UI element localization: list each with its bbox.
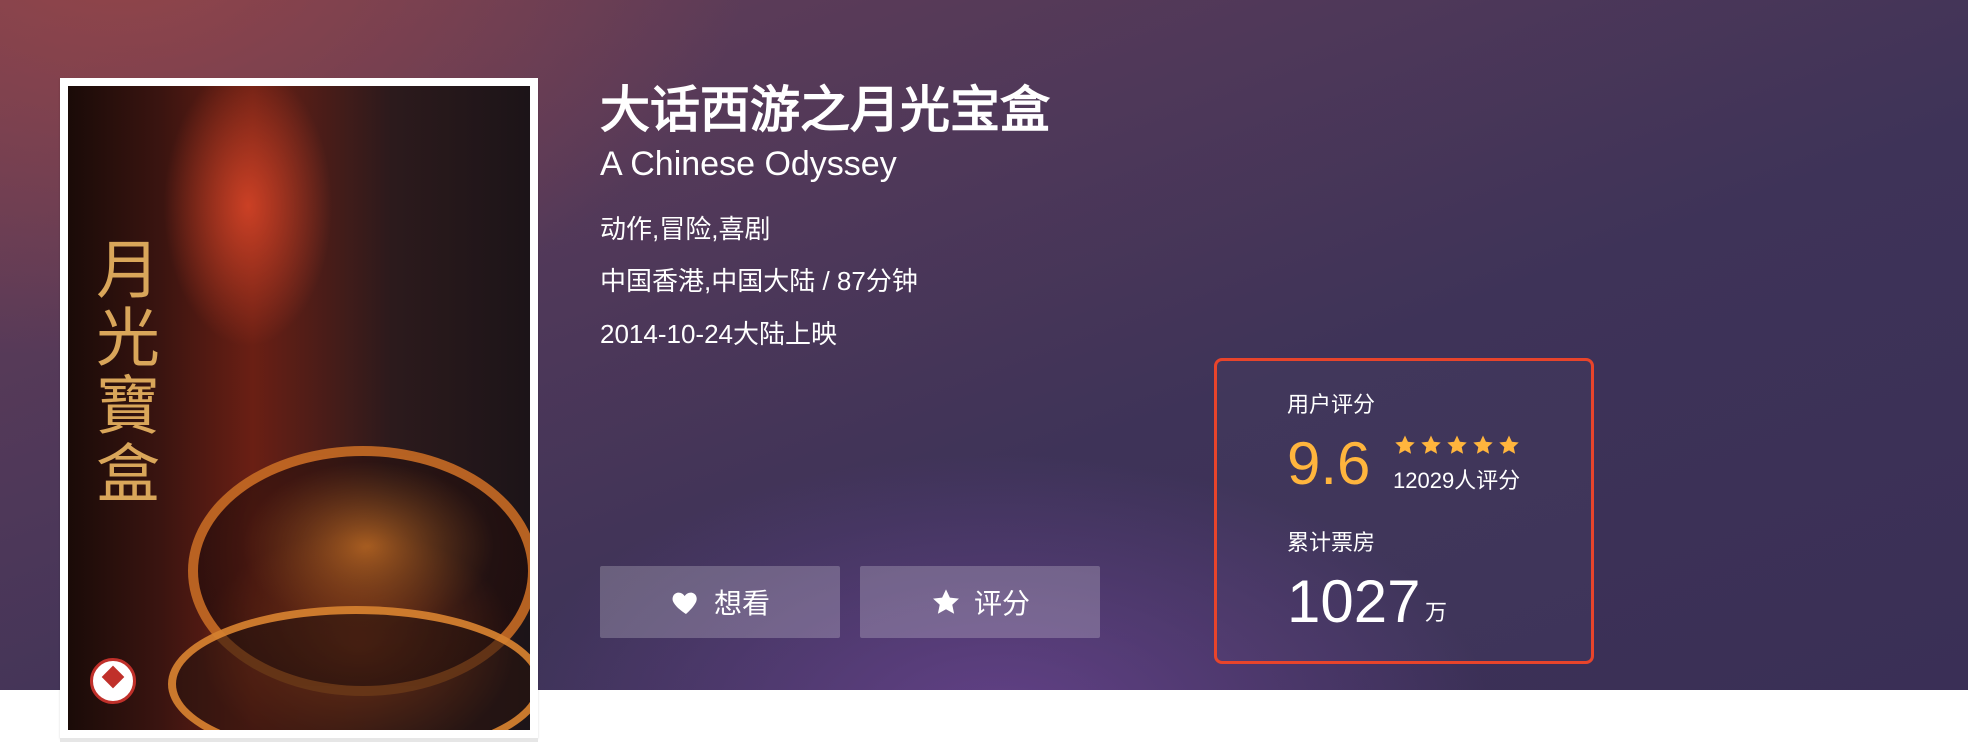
rating-star-icon xyxy=(1471,433,1495,457)
poster-shadow-strip xyxy=(60,738,538,742)
rating-star-icon xyxy=(1419,433,1443,457)
rating-star-icon xyxy=(1393,433,1417,457)
rating-stars xyxy=(1393,433,1521,457)
movie-genres: 动作,冒险,喜剧 xyxy=(600,214,771,244)
movie-release-date: 2014-10-24大陆上映 xyxy=(600,319,837,349)
poster-image: 月光寶盒 xyxy=(68,86,530,730)
want-to-see-label: 想看 xyxy=(713,588,770,619)
want-to-see-button[interactable]: 想看 xyxy=(600,566,840,638)
user-rating-label: 用户评分 xyxy=(1287,392,1376,417)
movie-title-cn: 大话西游之月光宝盒 xyxy=(600,82,1050,138)
rating-count: 12029人评分 xyxy=(1393,468,1521,493)
star-icon xyxy=(930,586,962,618)
stats-panel: 用户评分 9.6 12029人评分 累计票房 1027 万 xyxy=(1214,358,1594,664)
box-office-label: 累计票房 xyxy=(1287,530,1376,555)
box-office-unit: 万 xyxy=(1425,600,1448,625)
poster-calligraphy: 月光寶盒 xyxy=(85,236,159,508)
rating-star-icon xyxy=(1497,433,1521,457)
caltex-logo xyxy=(90,658,136,704)
heart-icon xyxy=(670,586,702,618)
movie-region-duration: 中国香港,中国大陆 / 87分钟 xyxy=(600,266,918,296)
box-office-value: 1027 xyxy=(1287,568,1421,635)
rating-star-icon xyxy=(1445,433,1469,457)
rate-button[interactable]: 评分 xyxy=(860,566,1100,638)
movie-poster[interactable]: 月光寶盒 xyxy=(60,78,538,738)
user-rating-score: 9.6 xyxy=(1287,430,1371,497)
movie-title-en: A Chinese Odyssey xyxy=(600,145,897,183)
rate-label: 评分 xyxy=(973,588,1030,619)
